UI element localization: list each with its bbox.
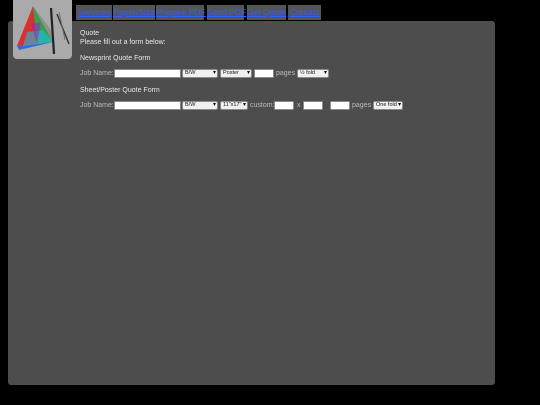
nav-get-quote-link[interactable]: Get Quote [247,5,286,20]
sheet-job-name-input[interactable] [114,101,181,110]
nav-send-pdf-link[interactable]: Send PDF [207,5,246,20]
sheet-job-label: Job Name: [80,102,114,109]
chevron-down-icon: ▾ [242,102,246,108]
chevron-down-icon: ▾ [397,102,401,108]
newsprint-pages-label: pages [276,70,296,77]
sheet-heading: Sheet/Poster Quote Form [80,87,160,94]
sheet-pages-input[interactable] [330,101,350,110]
newsprint-heading: Newsprint Quote Form [80,55,151,62]
newsprint-type-select[interactable]: Poster ▾ [220,69,252,78]
nav-prepare-pdf-link[interactable]: Prepare PDF [156,5,206,20]
sheet-custom-width-input[interactable] [274,101,294,110]
page-title: Quote [80,30,100,37]
sheet-color-select[interactable]: B/W ▾ [182,101,218,110]
sheet-size-select[interactable]: 11"x17" ▾ [220,101,248,110]
newsprint-fold-select[interactable]: ½ fold ▾ [297,69,329,78]
newsprint-job-label: Job Name: [80,70,114,77]
sheet-x-label: x [297,102,301,109]
sheet-fold-select[interactable]: One fold ▾ [373,101,403,110]
triangle-prism-logo-icon [17,6,70,55]
nav-services-link[interactable]: Services [76,5,112,20]
chevron-down-icon: ▾ [212,70,216,76]
sheet-custom-height-input[interactable] [303,101,323,110]
chevron-down-icon: ▾ [246,70,250,76]
chevron-down-icon: ▾ [323,70,327,76]
sheet-pages-label: pages [352,102,372,109]
newsprint-pages-input[interactable] [254,69,274,78]
sheet-custom-label: custom: [250,102,275,109]
logo[interactable] [13,0,72,59]
nav-contact-link[interactable]: Contact [288,5,321,20]
intro-text: Please fill out a form below: [80,39,166,46]
chevron-down-icon: ▾ [212,102,216,108]
newsprint-color-select[interactable]: B/W ▾ [182,69,218,78]
newsprint-job-name-input[interactable] [114,69,181,78]
nav-paper-size-link[interactable]: Paper/Size [113,5,155,20]
